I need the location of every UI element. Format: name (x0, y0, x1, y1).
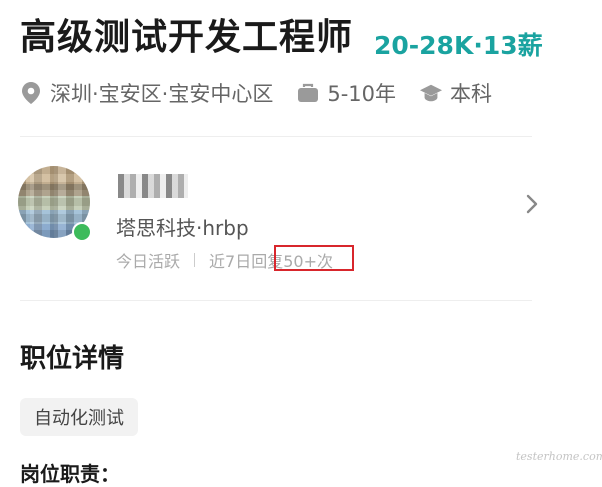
location-text: 深圳·宝安区·宝安中心区 (50, 82, 274, 106)
online-status-dot (72, 222, 92, 242)
job-title: 高级测试开发工程师 (20, 17, 354, 58)
meta-education: 本科 (420, 78, 492, 108)
chevron-right-icon[interactable] (520, 192, 544, 216)
responsibilities-heading: 岗位职责： (20, 462, 120, 486)
salary-label: 20-28K·13薪 (374, 31, 543, 60)
location-pin-icon (20, 82, 42, 104)
skill-tag[interactable]: 自动化测试 (20, 398, 138, 436)
experience-text: 5-10年 (327, 82, 397, 106)
divider-middle (20, 300, 532, 301)
education-text: 本科 (450, 82, 493, 106)
section-title-job-details: 职位详情 (20, 344, 125, 374)
graduation-cap-icon (420, 82, 443, 104)
divider-top (20, 136, 532, 137)
meta-location: 深圳·宝安区·宝安中心区 (20, 78, 273, 108)
watermark: testerhome.com (516, 450, 602, 463)
meta-experience: 5-10年 (297, 78, 396, 108)
recruiter-name-pixelated (118, 174, 188, 198)
activity-separator (194, 253, 196, 267)
reply-prefix: 近7日回 (209, 252, 268, 271)
active-status: 今日活跃 (116, 252, 181, 271)
reply-rate-highlight-box (274, 245, 354, 271)
briefcase-icon (297, 82, 319, 104)
recruiter-company-role: 塔思科技·hrbp (116, 216, 249, 240)
job-meta-row: 深圳·宝安区·宝安中心区 5-10年 本科 (20, 78, 516, 108)
